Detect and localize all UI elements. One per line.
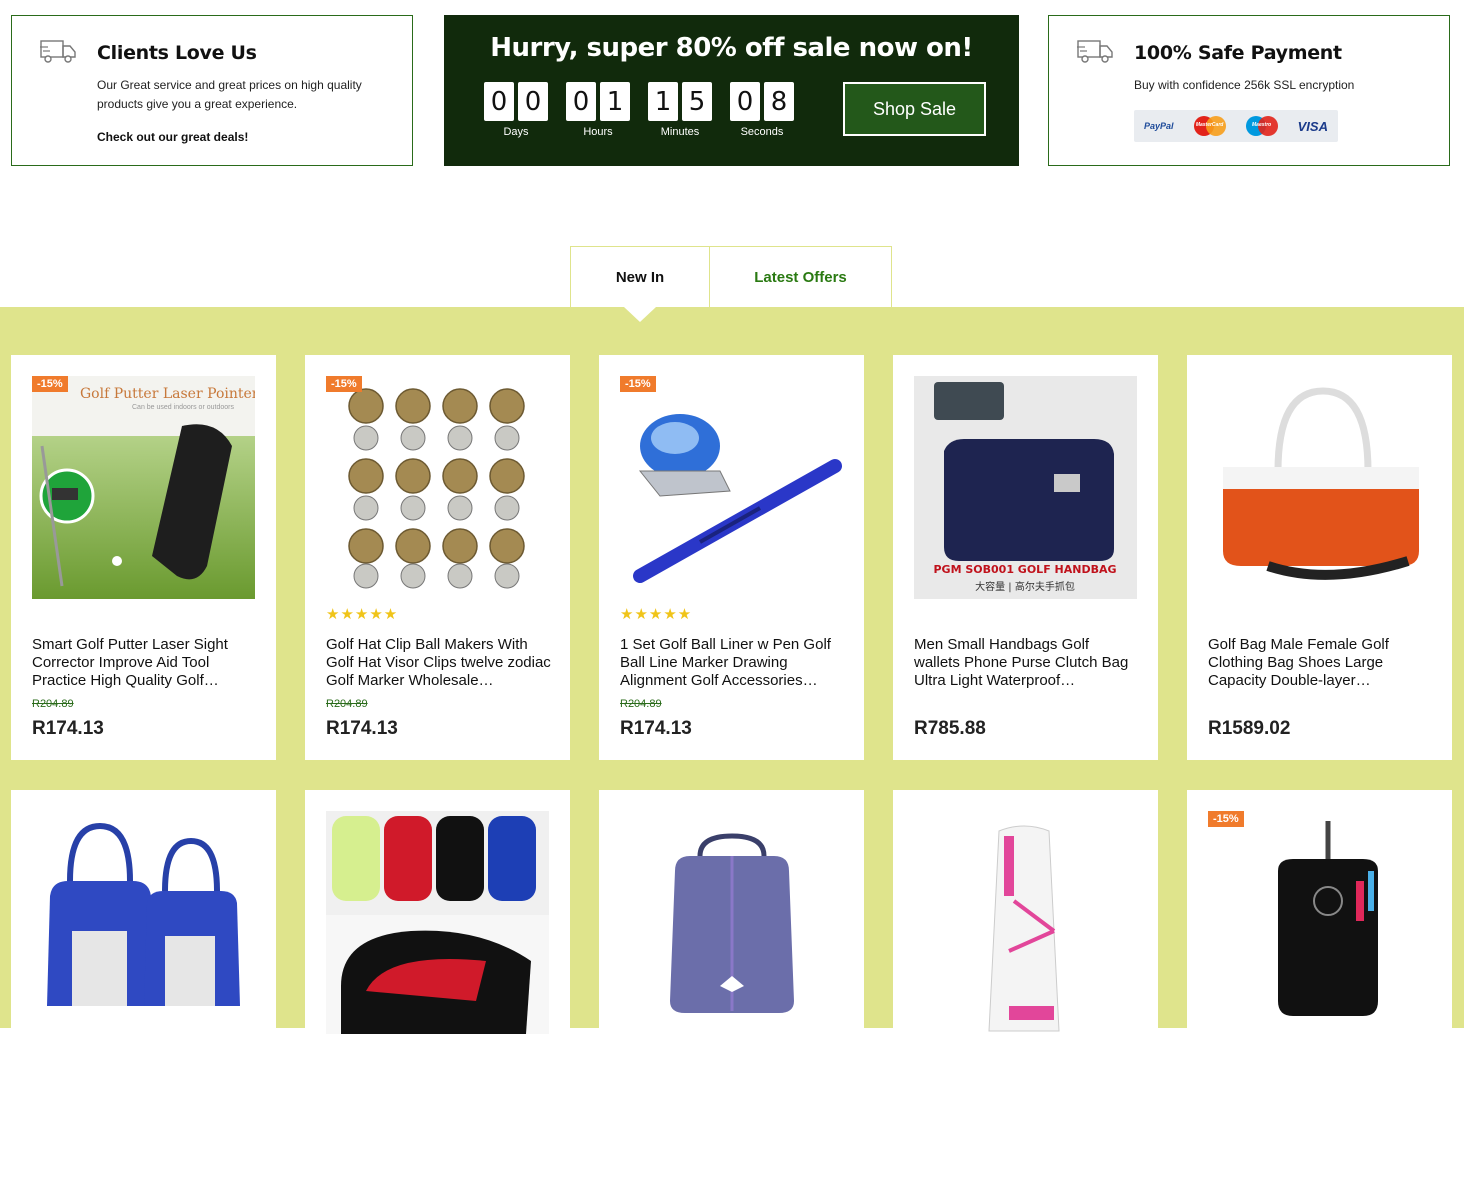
- countdown-days: 0 0 Days: [484, 82, 566, 138]
- product-image[interactable]: [326, 376, 549, 599]
- maestro-logo: Maestro: [1245, 116, 1278, 136]
- product-title[interactable]: 1 Set Golf Ball Liner w Pen Golf Ball Li…: [620, 636, 845, 690]
- countdown-digit: 1: [648, 82, 678, 121]
- old-price: R204.89: [326, 698, 368, 710]
- product-card[interactable]: [893, 790, 1158, 1195]
- product-card[interactable]: Golf Putter Laser Pointer Can be used in…: [11, 355, 276, 760]
- product-card[interactable]: -15% ★★★★★ 1 Set Golf Ball Liner w Pen G…: [599, 355, 864, 760]
- countdown-label: Hours: [583, 126, 613, 138]
- rating-stars: ★★★★★: [326, 606, 399, 623]
- countdown-label: Days: [503, 126, 529, 138]
- product-image[interactable]: [914, 811, 1137, 1034]
- active-tab-pointer: [624, 307, 656, 322]
- product-image[interactable]: [1208, 811, 1431, 1034]
- product-card[interactable]: PGM SOB001 GOLF HANDBAG 大容量 | 高尔夫手抓包 Men…: [893, 355, 1158, 760]
- delivery-truck-icon: [40, 40, 76, 63]
- product-tabs: New In Latest Offers: [570, 246, 892, 307]
- product-title[interactable]: Men Small Handbags Golf wallets Phone Pu…: [914, 636, 1139, 690]
- countdown-digit: 0: [484, 82, 514, 121]
- old-price: R204.89: [620, 698, 662, 710]
- countdown-seconds: 0 8 Seconds: [730, 82, 812, 138]
- countdown-digit: 1: [600, 82, 630, 121]
- rating-stars: ★★★★★: [620, 606, 693, 623]
- product-image[interactable]: Golf Putter Laser Pointer Can be used in…: [32, 376, 255, 599]
- payment-methods: PayPal MasterCard Maestro VISA: [1134, 110, 1338, 142]
- product-card[interactable]: Golf Bag Male Female Golf Clothing Bag S…: [1187, 355, 1452, 760]
- discount-badge: -15%: [326, 376, 362, 392]
- paypal-logo: PayPal: [1144, 121, 1174, 131]
- old-price: R204.89: [32, 698, 74, 710]
- svg-text:大容量 | 高尔夫手抓包: 大容量 | 高尔夫手抓包: [975, 580, 1075, 593]
- sale-title: Hurry, super 80% off sale now on!: [490, 33, 973, 63]
- product-title[interactable]: Smart Golf Putter Laser Sight Corrector …: [32, 636, 257, 690]
- product-image[interactable]: [32, 811, 255, 1034]
- price: R1589.02: [1208, 718, 1291, 739]
- svg-text:Golf Putter Laser Pointer: Golf Putter Laser Pointer: [80, 386, 255, 402]
- delivery-truck-icon: [1077, 40, 1113, 63]
- safe-payment-box: 100% Safe Payment Buy with confidence 25…: [1048, 15, 1450, 166]
- product-card[interactable]: -15% ★★★★★ Golf Hat Clip Ball Makers Wit…: [305, 355, 570, 760]
- safe-payment-text: Buy with confidence 256k SSL encryption: [1134, 78, 1355, 92]
- product-grid: Golf Putter Laser Pointer Can be used in…: [11, 355, 1452, 1195]
- countdown-digit: 5: [682, 82, 712, 121]
- product-title[interactable]: Golf Hat Clip Ball Makers With Golf Hat …: [326, 636, 551, 690]
- tab-latest-offers[interactable]: Latest Offers: [710, 246, 892, 307]
- product-card[interactable]: [599, 790, 864, 1195]
- svg-text:PGM SOB001 GOLF HANDBAG: PGM SOB001 GOLF HANDBAG: [933, 563, 1116, 576]
- clients-love-us-text: Our Great service and great prices on hi…: [97, 78, 362, 111]
- product-image[interactable]: PGM SOB001 GOLF HANDBAG 大容量 | 高尔夫手抓包: [914, 376, 1137, 599]
- discount-badge: -15%: [620, 376, 656, 392]
- product-image[interactable]: [620, 811, 843, 1034]
- price: R174.13: [620, 718, 692, 739]
- countdown-hours: 0 1 Hours: [566, 82, 648, 138]
- product-card[interactable]: [11, 790, 276, 1195]
- product-image[interactable]: [620, 376, 843, 599]
- countdown-timer: 0 0 Days 0 1 Hours 1 5 Minutes 0 8 Secon…: [484, 82, 812, 138]
- discount-badge: -15%: [32, 376, 68, 392]
- visa-logo: VISA: [1297, 118, 1328, 134]
- price: R174.13: [326, 718, 398, 739]
- product-image[interactable]: [326, 811, 549, 1034]
- clients-love-us-title: Clients Love Us: [97, 42, 257, 64]
- product-card[interactable]: -15%: [1187, 790, 1452, 1195]
- price: R174.13: [32, 718, 104, 739]
- product-card[interactable]: [305, 790, 570, 1195]
- svg-text:Can be used indoors or outdoor: Can be used indoors or outdoors: [132, 404, 234, 411]
- countdown-digit: 8: [764, 82, 794, 121]
- safe-payment-title: 100% Safe Payment: [1134, 42, 1342, 64]
- countdown-digit: 0: [518, 82, 548, 121]
- countdown-digit: 0: [566, 82, 596, 121]
- product-title[interactable]: Golf Bag Male Female Golf Clothing Bag S…: [1208, 636, 1433, 690]
- tab-new-in[interactable]: New In: [570, 246, 710, 307]
- mastercard-logo: MasterCard: [1193, 116, 1226, 136]
- countdown-digit: 0: [730, 82, 760, 121]
- countdown-minutes: 1 5 Minutes: [648, 82, 730, 138]
- sale-banner: Hurry, super 80% off sale now on! 0 0 Da…: [444, 15, 1019, 166]
- countdown-label: Seconds: [740, 126, 784, 138]
- shop-sale-button[interactable]: Shop Sale: [843, 82, 986, 136]
- price: R785.88: [914, 718, 986, 739]
- discount-badge: -15%: [1208, 811, 1244, 827]
- countdown-label: Minutes: [660, 126, 700, 138]
- product-image[interactable]: [1208, 376, 1431, 599]
- great-deals-link[interactable]: Check out our great deals!: [97, 130, 248, 144]
- product-grid-section: Golf Putter Laser Pointer Can be used in…: [0, 307, 1464, 1195]
- clients-love-us-box: Clients Love Us Our Great service and gr…: [11, 15, 413, 166]
